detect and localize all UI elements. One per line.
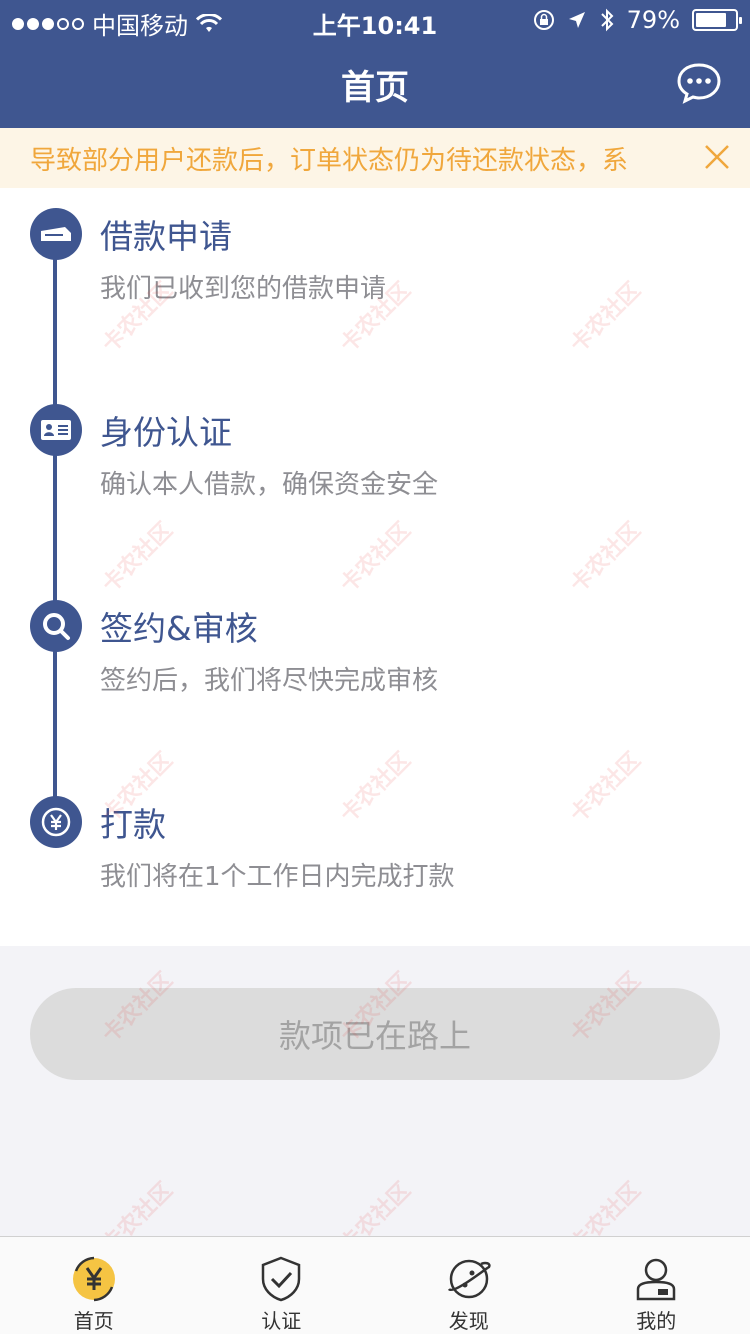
step-sign-review: 签约&审核 签约后，我们将尽快完成审核 xyxy=(0,580,750,700)
location-arrow-icon xyxy=(568,12,585,28)
tab-bar: 首页 认证 发现 我的 xyxy=(0,1236,750,1334)
step-title: 身份认证 xyxy=(100,413,232,452)
page-title: 首页 xyxy=(341,68,409,108)
step-disbursement: 打款 我们将在1个工作日内完成打款 xyxy=(0,776,750,896)
id-card-icon xyxy=(30,404,82,456)
battery-percent: 79% xyxy=(626,6,680,34)
user-icon xyxy=(637,1258,676,1301)
progress-card: 借款申请 我们已收到您的借款申请 身份认证 确认本人借款，确保资金安全 签约&审… xyxy=(0,188,750,946)
yuan-refresh-icon xyxy=(72,1256,115,1302)
close-icon[interactable] xyxy=(702,142,732,172)
status-right: 79% xyxy=(533,6,742,34)
bluetooth-icon xyxy=(600,8,614,32)
step-desc: 我们已收到您的借款申请 xyxy=(100,274,387,304)
step-desc: 我们将在1个工作日内完成打款 xyxy=(100,862,455,892)
timeline-line xyxy=(53,238,57,818)
tab-mine[interactable]: 我的 xyxy=(563,1237,750,1334)
battery-fill xyxy=(696,13,727,27)
status-bar: 中国移动 上午10:41 79% xyxy=(0,0,750,40)
chat-bubble-icon[interactable] xyxy=(676,62,722,104)
step-desc: 签约后，我们将尽快完成审核 xyxy=(100,666,439,696)
step-desc: 确认本人借款，确保资金安全 xyxy=(100,470,439,500)
money-on-the-way-button[interactable]: 款项已在路上 xyxy=(30,988,720,1080)
battery-icon xyxy=(692,9,742,31)
shield-check-icon xyxy=(262,1256,301,1302)
ticket-icon xyxy=(30,208,82,260)
notice-text: 导致部分用户还款后，订单状态仍为待还款状态，系 xyxy=(30,146,629,176)
planet-icon xyxy=(447,1259,491,1299)
step-title: 借款申请 xyxy=(100,217,232,256)
tab-label: 我的 xyxy=(636,1309,677,1333)
tab-label: 认证 xyxy=(261,1309,302,1333)
rotation-lock-icon xyxy=(533,10,554,30)
notice-bar: 导致部分用户还款后，订单状态仍为待还款状态，系 xyxy=(0,128,750,188)
step-loan-application: 借款申请 我们已收到您的借款申请 xyxy=(0,188,750,308)
step-title: 签约&审核 xyxy=(100,609,258,648)
step-identity-verification: 身份认证 确认本人借款，确保资金安全 xyxy=(0,384,750,504)
tab-label: 发现 xyxy=(448,1309,489,1333)
yuan-icon xyxy=(30,796,82,848)
tab-home[interactable]: 首页 xyxy=(0,1237,188,1334)
header-bar: 中国移动 上午10:41 79% 首页 xyxy=(0,0,750,128)
tab-verify[interactable]: 认证 xyxy=(188,1237,376,1334)
tab-discover[interactable]: 发现 xyxy=(375,1237,563,1334)
step-title: 打款 xyxy=(100,805,166,844)
search-icon xyxy=(30,600,82,652)
tab-label: 首页 xyxy=(73,1309,114,1333)
